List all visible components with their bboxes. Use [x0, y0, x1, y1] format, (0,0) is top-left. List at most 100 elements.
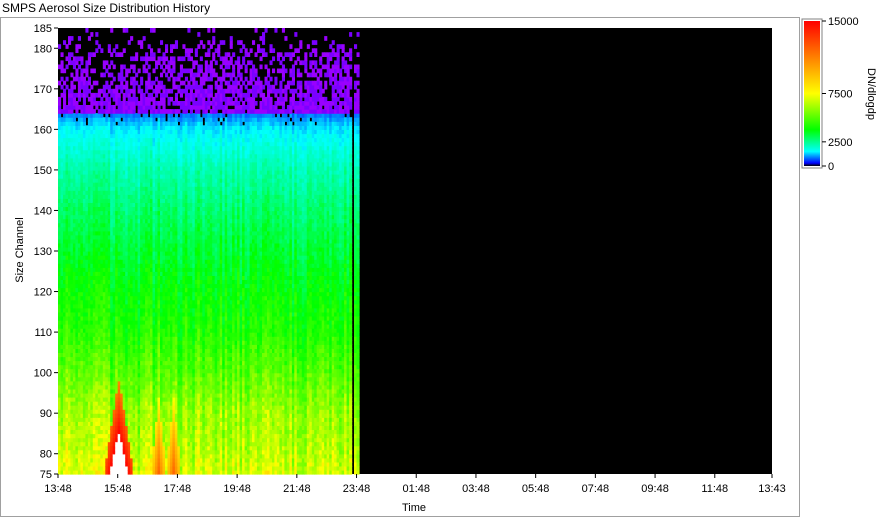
heatmap-cell — [152, 80, 156, 86]
heatmap-cell — [132, 68, 136, 74]
heatmap-cell — [135, 56, 139, 62]
heatmap-cell — [125, 84, 129, 90]
heatmap-cell — [107, 44, 111, 49]
heatmap-cell — [75, 109, 79, 114]
heatmap-cell — [68, 56, 72, 62]
heatmap-cell — [137, 84, 141, 90]
heatmap-cell — [172, 68, 176, 74]
heatmap-cell — [177, 109, 181, 114]
heatmap-cell — [125, 72, 129, 78]
heatmap-cell — [145, 88, 149, 94]
heatmap-cell — [92, 52, 96, 57]
heatmap-cell — [120, 88, 124, 94]
heatmap-cell — [102, 88, 106, 94]
heatmap-cell — [152, 117, 156, 122]
heatmap-cell — [70, 88, 74, 94]
heatmap-cell — [107, 96, 111, 102]
heatmap-cell — [112, 105, 116, 110]
heatmap-cell — [70, 52, 74, 57]
heatmap-cell — [60, 52, 64, 57]
heatmap-cell — [155, 64, 159, 70]
heatmap-cell — [132, 109, 136, 114]
heatmap-cell — [80, 56, 84, 62]
heatmap-cell — [117, 92, 121, 98]
heatmap-cell — [112, 121, 116, 126]
heatmap-cell — [120, 80, 124, 86]
heatmap-cell — [63, 96, 67, 102]
heatmap-cell — [174, 92, 178, 98]
heatmap-cell — [182, 80, 186, 86]
heatmap-cell — [160, 64, 164, 70]
heatmap-cell — [60, 76, 64, 82]
heatmap-cell — [95, 40, 99, 45]
heatmap-cell — [170, 96, 174, 102]
heatmap-cell — [122, 96, 126, 102]
heatmap-cell — [63, 68, 67, 74]
heatmap-cell — [170, 88, 174, 94]
heatmap-cell — [85, 84, 89, 90]
heatmap-cell — [170, 72, 174, 78]
heatmap-cell — [135, 80, 139, 86]
heatmap-cell — [162, 96, 166, 102]
heatmap-cell — [147, 76, 151, 82]
heatmap-cell — [75, 68, 79, 74]
heatmap-cell — [95, 48, 99, 53]
heatmap-cell — [174, 113, 178, 118]
heatmap-cell — [127, 40, 131, 45]
heatmap-cell — [85, 92, 89, 98]
heatmap-cell — [182, 56, 186, 62]
heatmap-cell — [72, 64, 76, 70]
heatmap-cell — [174, 96, 178, 102]
heatmap-cell — [72, 117, 76, 122]
heatmap-cell — [92, 96, 96, 102]
heatmap-cell — [92, 68, 96, 74]
heatmap-cell — [147, 101, 151, 106]
heatmap-cell — [142, 36, 146, 41]
heatmap-cell — [145, 68, 149, 74]
heatmap-cell — [85, 68, 89, 74]
heatmap-cell — [72, 84, 76, 90]
heatmap-cell — [179, 64, 183, 70]
heatmap-cell — [157, 60, 161, 66]
heatmap-cell — [132, 105, 136, 110]
heatmap-cell — [167, 64, 171, 70]
heatmap-cell — [75, 60, 79, 66]
heatmap-cell — [137, 68, 141, 74]
heatmap-cell — [102, 64, 106, 70]
heatmap-cell — [58, 96, 62, 102]
heatmap-cell — [117, 117, 121, 122]
heatmap-cell — [132, 84, 136, 90]
heatmap-cell — [105, 113, 109, 118]
heatmap-cell — [95, 80, 99, 86]
heatmap-cell — [70, 72, 74, 78]
heatmap-cell — [112, 48, 116, 53]
heatmap-cell — [70, 36, 74, 41]
heatmap-cell — [120, 68, 124, 74]
heatmap-cell — [80, 60, 84, 66]
heatmap-cell — [122, 64, 126, 70]
heatmap-cell — [137, 113, 141, 118]
heatmap-cell — [147, 64, 151, 70]
heatmap-cell — [145, 52, 149, 57]
heatmap-cell — [63, 101, 67, 106]
heatmap-cell — [152, 56, 156, 62]
heatmap-cell — [105, 80, 109, 86]
heatmap-cell — [95, 32, 99, 37]
heatmap-cell — [97, 44, 101, 49]
heatmap-cell — [100, 105, 104, 110]
heatmap-cell — [157, 105, 161, 110]
heatmap-cell — [117, 96, 121, 102]
heatmap-cell — [107, 48, 111, 53]
heatmap-cell — [58, 101, 62, 106]
heatmap-cell — [92, 109, 96, 114]
heatmap-cell — [152, 96, 156, 102]
heatmap-cell — [174, 40, 178, 45]
heatmap-cell — [120, 52, 124, 57]
heatmap-cell — [162, 117, 166, 122]
heatmap-cell — [63, 40, 67, 45]
heatmap-cell — [80, 72, 84, 78]
heatmap-cell — [152, 52, 156, 57]
heatmap-cells — [58, 28, 360, 475]
heatmap-cell — [135, 52, 139, 57]
heatmap-cell — [162, 101, 166, 106]
